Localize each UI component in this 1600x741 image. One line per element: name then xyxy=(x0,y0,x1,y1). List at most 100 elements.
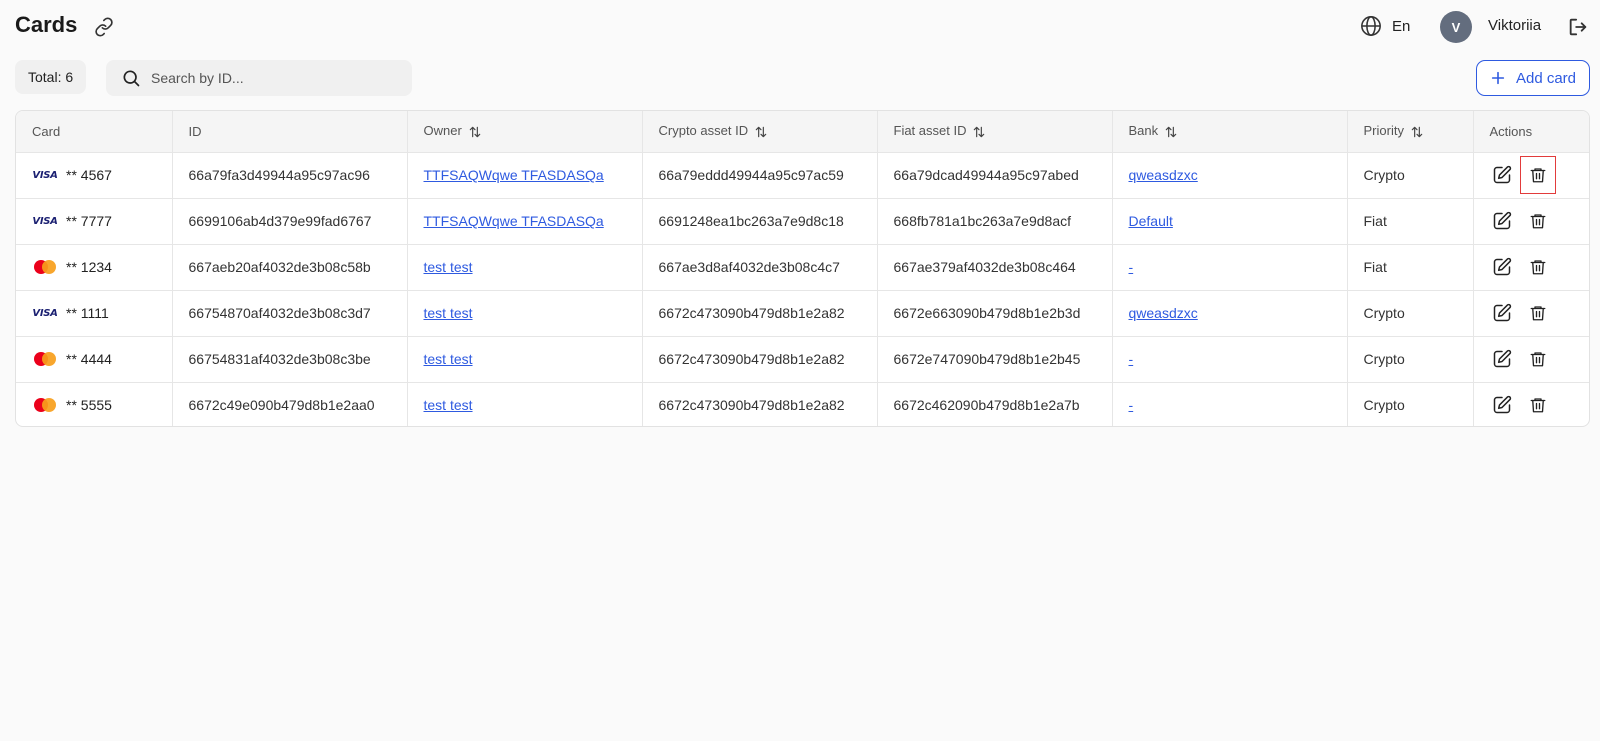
card-number: ** 5555 xyxy=(66,397,112,414)
owner-link[interactable]: test test xyxy=(424,305,473,321)
edit-icon[interactable] xyxy=(1490,347,1514,371)
owner-cell: test test xyxy=(407,244,643,290)
page-title: Cards xyxy=(15,12,78,37)
bank-link[interactable]: qweasdzxc xyxy=(1129,167,1198,183)
owner-link[interactable]: test test xyxy=(424,259,473,275)
crypto-asset-cell: 66a79eddd49944a95c97ac59 xyxy=(642,152,878,198)
add-card-button[interactable]: Add card xyxy=(1476,60,1590,96)
table-row: VISA ** 7777 6699106ab4d379e99fad6767 TTFSA… xyxy=(16,198,1589,244)
owner-link[interactable]: TTFSAQWqwe TFASDASQa xyxy=(424,213,604,229)
owner-link[interactable]: test test xyxy=(424,351,473,367)
table-row: VISA ** 4567 66a79fa3d49944a95c97ac96 TTFSA… xyxy=(16,152,1589,198)
actions-cell xyxy=(1473,382,1589,426)
sort-icon[interactable] xyxy=(754,125,768,139)
trash-icon[interactable] xyxy=(1526,255,1550,279)
search-box[interactable] xyxy=(106,60,412,96)
column-header-id: ID xyxy=(172,111,408,152)
actions-cell xyxy=(1473,336,1589,382)
bank-link[interactable]: - xyxy=(1129,351,1134,367)
card-number: ** 1234 xyxy=(66,259,112,275)
bank-cell: Default xyxy=(1112,198,1348,244)
table-row: ** 5555 6672c49e090b479d8b1e2aa0 test test… xyxy=(16,382,1589,426)
priority-cell: Crypto xyxy=(1347,382,1474,426)
column-header-fiat-asset-id[interactable]: Fiat asset ID xyxy=(877,111,1113,152)
priority-cell: Crypto xyxy=(1347,336,1474,382)
mastercard-logo xyxy=(32,259,58,275)
priority-cell: Fiat xyxy=(1347,198,1474,244)
mastercard-logo xyxy=(32,351,58,367)
card-number: ** 4444 xyxy=(66,351,112,367)
bank-link[interactable]: - xyxy=(1129,397,1134,413)
priority-cell: Crypto xyxy=(1347,152,1474,198)
actions-cell xyxy=(1473,290,1589,336)
card-number: ** 1111 xyxy=(66,305,109,321)
crypto-asset-cell: 6691248ea1bc263a7e9d8c18 xyxy=(642,198,878,244)
owner-cell: test test xyxy=(407,336,643,382)
id-cell: 66a79fa3d49944a95c97ac96 xyxy=(172,152,408,198)
trash-icon[interactable] xyxy=(1526,301,1550,325)
plus-icon xyxy=(1491,71,1505,85)
bank-cell: - xyxy=(1112,244,1348,290)
card-number: ** 7777 xyxy=(66,213,112,229)
total-count-badge: Total: 6 xyxy=(15,60,87,94)
link-icon[interactable] xyxy=(94,17,114,37)
language-switcher[interactable]: En xyxy=(1360,15,1410,37)
visa-logo: VISA xyxy=(32,169,58,181)
id-cell: 6672c49e090b479d8b1e2aa0 xyxy=(172,382,408,426)
crypto-asset-cell: 6672c473090b479d8b1e2a82 xyxy=(642,336,878,382)
table-header-row: Card ID Owner Crypto asset ID Fiat asset… xyxy=(16,111,1589,152)
column-header-crypto-asset-id[interactable]: Crypto asset ID xyxy=(642,111,878,152)
sort-icon[interactable] xyxy=(972,125,986,139)
visa-logo: VISA xyxy=(32,307,58,319)
edit-icon[interactable] xyxy=(1490,209,1514,233)
avatar[interactable]: V xyxy=(1440,11,1472,43)
add-card-label: Add card xyxy=(1515,69,1577,87)
table-row: VISA ** 1111 66754870af4032de3b08c3d7 test … xyxy=(16,290,1589,336)
owner-link[interactable]: TTFSAQWqwe TFASDASQa xyxy=(424,167,604,183)
visa-logo: VISA xyxy=(32,215,58,227)
crypto-asset-cell: 6672c473090b479d8b1e2a82 xyxy=(642,290,878,336)
bank-cell: - xyxy=(1112,336,1348,382)
actions-cell xyxy=(1473,244,1589,290)
trash-icon[interactable] xyxy=(1526,393,1550,417)
fiat-asset-cell: 6672e747090b479d8b1e2b45 xyxy=(877,336,1113,382)
id-cell: 6699106ab4d379e99fad6767 xyxy=(172,198,408,244)
priority-cell: Fiat xyxy=(1347,244,1474,290)
crypto-asset-cell: 6672c473090b479d8b1e2a82 xyxy=(642,382,878,426)
sort-icon[interactable] xyxy=(1410,125,1424,139)
fiat-asset-cell: 667ae379af4032de3b08c464 xyxy=(877,244,1113,290)
trash-icon[interactable] xyxy=(1526,347,1550,371)
column-header-priority[interactable]: Priority xyxy=(1347,111,1474,152)
sort-icon[interactable] xyxy=(1164,125,1178,139)
edit-icon[interactable] xyxy=(1490,255,1514,279)
trash-icon[interactable] xyxy=(1526,209,1550,233)
owner-link[interactable]: test test xyxy=(424,397,473,413)
column-header-card: Card xyxy=(16,111,173,152)
card-cell: ** 1234 xyxy=(16,244,173,290)
column-header-owner[interactable]: Owner xyxy=(407,111,643,152)
table-row: ** 4444 66754831af4032de3b08c3be test test… xyxy=(16,336,1589,382)
id-cell: 667aeb20af4032de3b08c58b xyxy=(172,244,408,290)
edit-icon[interactable] xyxy=(1490,163,1514,187)
search-input[interactable] xyxy=(151,70,391,86)
column-header-actions: Actions xyxy=(1489,123,1533,139)
column-header-bank[interactable]: Bank xyxy=(1112,111,1348,152)
trash-icon[interactable] xyxy=(1519,156,1556,194)
card-cell: VISA ** 4567 xyxy=(16,152,173,198)
id-cell: 66754831af4032de3b08c3be xyxy=(172,336,408,382)
edit-icon[interactable] xyxy=(1490,393,1514,417)
bank-link[interactable]: Default xyxy=(1129,213,1173,229)
logout-icon[interactable] xyxy=(1567,16,1589,38)
edit-icon[interactable] xyxy=(1490,301,1514,325)
crypto-asset-cell: 667ae3d8af4032de3b08c4c7 xyxy=(642,244,878,290)
owner-cell: test test xyxy=(407,290,643,336)
fiat-asset-cell: 668fb781a1bc263a7e9d8acf xyxy=(877,198,1113,244)
bank-cell: qweasdzxc xyxy=(1112,290,1348,336)
fiat-asset-cell: 66a79dcad49944a95c97abed xyxy=(877,152,1113,198)
owner-cell: TTFSAQWqwe TFASDASQa xyxy=(407,152,643,198)
cards-table: Card ID Owner Crypto asset ID Fiat asset… xyxy=(15,110,1590,427)
sort-icon[interactable] xyxy=(468,125,482,139)
actions-cell xyxy=(1473,152,1589,198)
bank-link[interactable]: qweasdzxc xyxy=(1129,305,1198,321)
bank-link[interactable]: - xyxy=(1129,259,1134,275)
